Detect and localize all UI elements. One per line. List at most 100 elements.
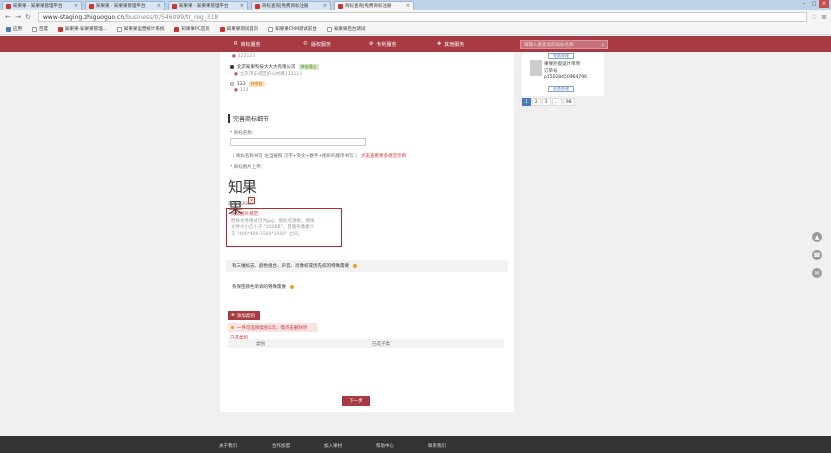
favicon-icon <box>6 3 11 9</box>
status-badge: 待审核 <box>248 81 265 87</box>
footer-link[interactable]: 加入果材 <box>324 443 342 449</box>
applicant-radio[interactable] <box>230 82 234 86</box>
applicant-address: ● 北京市东城区护山村路123123 <box>234 71 303 78</box>
page-button[interactable]: 3 <box>541 98 551 106</box>
close-icon[interactable]: × <box>240 3 244 9</box>
bookmark-item[interactable]: 知果果运营统计系统 <box>116 26 164 32</box>
site-nav: R 商标服务 © 版权服务 ⚙ 专利服务 ✚ 其他服务 请输入要查询的商标名称 ⌕ <box>0 36 831 52</box>
color-protect-option[interactable]: 有保密颜色单调的特殊需要 <box>232 284 294 290</box>
maximize-icon[interactable]: □ <box>809 0 819 8</box>
copyright-icon: © <box>303 41 308 47</box>
close-icon[interactable]: × <box>406 3 410 9</box>
page-icon <box>268 26 274 32</box>
footer-link[interactable]: 合作加盟 <box>272 443 290 449</box>
info-dot-icon[interactable] <box>353 264 357 268</box>
apps-icon <box>6 26 11 32</box>
remove-image-icon[interactable]: × <box>248 197 255 204</box>
favicon-icon <box>219 26 225 32</box>
bookmark-item[interactable]: 知果果CRM测试前台 <box>268 26 317 32</box>
applicant-address: ● 123123 <box>232 54 256 59</box>
nav-copyright[interactable]: © 版权服务 <box>303 41 331 48</box>
search-icon[interactable]: ⌕ <box>601 42 604 48</box>
location-pin-icon: ● <box>232 54 236 59</box>
status-badge: 审核通过 <box>298 64 319 70</box>
favicon-icon <box>58 26 63 32</box>
trademark-search-input[interactable]: 请输入要查询的商标名称 ⌕ <box>520 40 608 49</box>
bookmark-item[interactable]: 知果果-知果果管理... <box>58 26 107 32</box>
arrow-up-icon[interactable]: ▲ <box>812 232 822 242</box>
applicant-address: ● 123 <box>234 88 249 93</box>
trademark-image-label: * 商标图片上传： <box>230 165 266 170</box>
info-dot-icon[interactable] <box>290 285 294 289</box>
window-controls: – □ × <box>799 0 829 8</box>
window-close-icon[interactable]: × <box>819 0 829 8</box>
location-pin-icon: ● <box>234 71 238 77</box>
close-icon[interactable]: × <box>157 3 161 9</box>
nav-patent[interactable]: ⚙ 专利服务 <box>369 41 397 48</box>
close-icon[interactable]: × <box>323 3 327 9</box>
applicant-radio[interactable] <box>230 65 234 69</box>
favicon-icon <box>172 3 177 9</box>
footer-link[interactable]: 关于我们 <box>219 443 237 449</box>
bookmark-item[interactable]: 知果果PC首页 <box>174 26 210 32</box>
bookmark-item[interactable]: 百度 <box>32 26 48 32</box>
side-business-panel: 业务办理 果保外观设计单项 订单号 p15028450964796 业务办理 <box>522 52 604 96</box>
pagination: 1 2 3 ... 98 <box>522 98 576 106</box>
minimize-icon[interactable]: – <box>799 0 809 8</box>
url-input[interactable]: www-staging.zhiguoguo.cn/business/tr/546… <box>38 12 807 22</box>
example-link[interactable]: 点击查看更多规范示例 <box>361 154 406 159</box>
patent-icon: ⚙ <box>369 41 374 47</box>
bookmark-item[interactable]: 知果果测试首页 <box>219 26 258 32</box>
reload-icon[interactable]: ↻ <box>24 13 32 21</box>
close-icon[interactable]: × <box>74 3 78 9</box>
main-form-card: ● 123123 北京知果科技大大大有限公司 审核通过 ● 北京市东城区护山村路12… <box>220 52 514 412</box>
page-icon <box>32 26 37 32</box>
plus-circle-icon: ⊕ <box>231 313 235 318</box>
browser-tab-active[interactable]: 商标查询|免费商标注册 × <box>334 1 414 10</box>
name-hint: （ 商标名称书写 左当按照 汉字+英文+数字+图形的顺序书写 ） 点击查看更多规… <box>230 154 406 159</box>
message-icon[interactable]: ✉ <box>812 268 822 278</box>
browser-tab[interactable]: 知果果 - 知果果管理平台 × <box>168 1 248 10</box>
page-button[interactable]: 2 <box>531 98 541 106</box>
address-bar: ← → ↻ www-staging.zhiguoguo.cn/business/… <box>0 10 831 24</box>
footer-link[interactable]: 帮助中心 <box>376 443 394 449</box>
trademark-name-label: * 商标名称： <box>230 131 257 136</box>
plus-icon: ✚ <box>437 41 442 47</box>
bookmark-item[interactable]: 应用 <box>6 26 22 32</box>
business-handle-button[interactable]: 业务办理 <box>548 53 574 59</box>
favicon-icon <box>255 3 260 9</box>
bookmark-item[interactable]: 知果果后台测试 <box>326 26 365 32</box>
applicant-option[interactable]: 123 待审核 <box>230 81 265 87</box>
page-button[interactable]: 98 <box>562 98 575 106</box>
footer-link[interactable]: 联系我们 <box>428 443 446 449</box>
warning-dot-icon <box>231 326 234 329</box>
page-icon <box>116 26 122 32</box>
site-footer: 关于我们 合作加盟 加入果材 帮助中心 联系我们 <box>0 436 831 453</box>
trademark-name-input[interactable] <box>230 138 366 146</box>
browser-tab[interactable]: 商标查询|免费商标注册 × <box>251 1 331 10</box>
page-ellipsis: ... <box>551 98 562 106</box>
upload-hint-box: 商标图片规范： 图样文件格式仅为jpg，图形点清晰；图样 文件大小应小于 "20… <box>226 208 342 247</box>
category-table-header: 类别 已选子类 <box>228 339 504 348</box>
favicon-icon <box>338 3 343 9</box>
bookmarks-bar: 应用 百度 知果果-知果果管理... 知果果运营统计系统 知果果PC首页 知果果… <box>0 24 831 35</box>
next-step-button[interactable]: 下一步 <box>342 396 370 406</box>
business-handle-button[interactable]: 业务办理 <box>548 86 574 92</box>
nav-trademark[interactable]: R 商标服务 <box>234 41 261 48</box>
phone-icon[interactable]: ☎ <box>812 250 822 260</box>
back-icon[interactable]: ← <box>4 13 12 21</box>
forward-icon[interactable]: → <box>14 13 22 21</box>
page-button[interactable]: 1 <box>522 98 531 106</box>
menu-icon[interactable]: ≡ <box>821 13 827 21</box>
add-category-button[interactable]: ⊕ 添加类别 <box>228 311 260 320</box>
location-pin-icon: ● <box>234 88 238 93</box>
favicon-icon <box>89 3 94 9</box>
bookmark-star-icon[interactable]: ☆ <box>811 13 817 21</box>
browser-tab[interactable]: 知果果 - 知果果管理平台 × <box>2 1 82 10</box>
nav-other[interactable]: ✚ 其他服务 <box>437 41 464 48</box>
favicon-icon <box>174 26 180 32</box>
trademark-icon: R <box>234 41 238 47</box>
browser-tab[interactable]: 知果果 - 知果果管理平台 × <box>85 1 165 10</box>
special-needs-option[interactable]: 有三维标志、颜色组合、声音、肖像权或优先权的特殊需要 <box>226 260 508 272</box>
applicant-option[interactable]: 北京知果科技大大大有限公司 审核通过 <box>230 64 319 70</box>
